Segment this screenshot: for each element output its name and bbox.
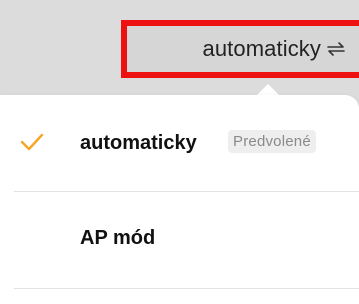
default-badge: Predvolené: [228, 130, 316, 153]
mode-selector-button[interactable]: automaticky: [121, 20, 359, 78]
menu-item-label: automaticky: [80, 132, 197, 154]
menu-item-label: AP mód: [80, 227, 156, 249]
swap-arrows-icon: [327, 40, 345, 58]
menu-item-automatic[interactable]: automaticky Predvolené: [0, 95, 359, 191]
menu-item-ap-mode[interactable]: AP mód: [0, 192, 359, 288]
mode-menu-popover: automaticky Predvolené AP mód: [0, 95, 359, 304]
mode-selector-label: automaticky: [202, 36, 321, 61]
menu-divider: [14, 288, 359, 289]
checkmark-icon: [20, 131, 44, 153]
